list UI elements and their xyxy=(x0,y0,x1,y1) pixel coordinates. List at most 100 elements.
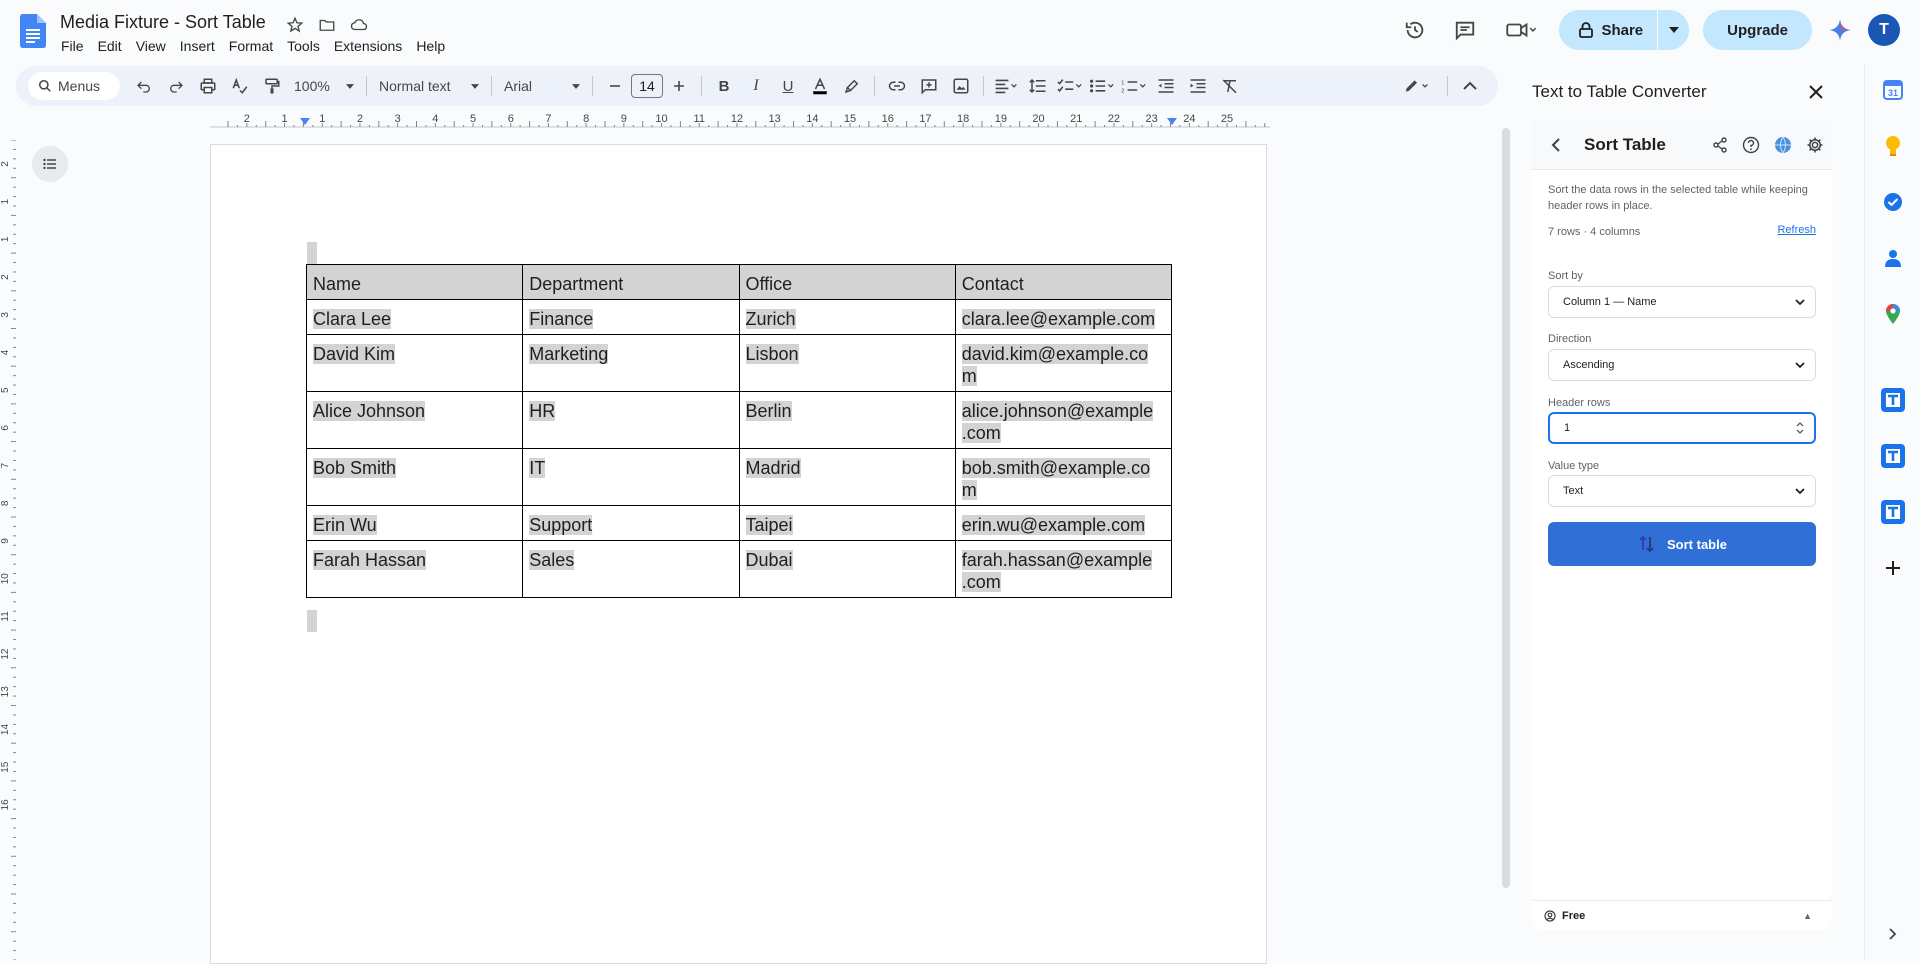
table-row[interactable]: Bob Smith IT Madrid bob.smith@example.co m xyxy=(305,448,1173,506)
redo-icon[interactable] xyxy=(162,72,190,100)
chevron-right-icon[interactable] xyxy=(1881,922,1905,946)
italic-icon[interactable]: I xyxy=(742,72,770,100)
text-to-table-addon-icon[interactable] xyxy=(1881,388,1905,412)
hide-menus-icon[interactable] xyxy=(1456,72,1484,100)
highlight-color-icon[interactable] xyxy=(838,72,866,100)
table-cell[interactable]: Dubai xyxy=(738,540,956,598)
table-cell[interactable]: Sales xyxy=(522,540,740,598)
text-color-icon[interactable] xyxy=(806,72,834,100)
underline-icon[interactable]: U xyxy=(774,72,802,100)
version-history-icon[interactable] xyxy=(1397,12,1433,48)
maps-icon[interactable] xyxy=(1881,302,1905,326)
sort-by-select[interactable]: Column 1 — Name xyxy=(1548,286,1816,318)
stepper-arrows-icon[interactable] xyxy=(1796,421,1804,435)
comments-icon[interactable] xyxy=(1447,12,1483,48)
decrease-font-size-icon[interactable] xyxy=(601,72,629,100)
table-cell[interactable]: Erin Wu xyxy=(305,505,524,541)
menu-insert[interactable]: Insert xyxy=(173,36,222,56)
table-cell[interactable]: Office xyxy=(738,264,956,300)
upgrade-button[interactable]: Upgrade xyxy=(1703,10,1812,50)
numbered-list-icon[interactable]: 12 xyxy=(1120,72,1148,100)
menu-tools[interactable]: Tools xyxy=(280,36,327,56)
table-cell[interactable]: David Kim xyxy=(305,334,524,392)
star-icon[interactable] xyxy=(284,14,306,36)
bold-icon[interactable]: B xyxy=(710,72,738,100)
insert-image-icon[interactable] xyxy=(947,72,975,100)
checklist-icon[interactable] xyxy=(1056,72,1084,100)
share-dropdown-button[interactable] xyxy=(1657,10,1690,50)
align-icon[interactable] xyxy=(992,72,1020,100)
document-scrollbar[interactable] xyxy=(1502,128,1510,888)
menu-help[interactable]: Help xyxy=(409,36,452,56)
contacts-icon[interactable] xyxy=(1881,246,1905,270)
table-row[interactable]: David Kim Marketing Lisbon david.kim@exampl… xyxy=(305,334,1173,392)
meet-icon[interactable] xyxy=(1497,12,1545,48)
zoom-select[interactable]: 100% xyxy=(288,78,360,94)
table-row[interactable]: Clara Lee Finance Zurich clara.lee@example.… xyxy=(305,299,1173,335)
paint-format-icon[interactable] xyxy=(258,72,286,100)
document-outline-button[interactable] xyxy=(32,146,68,182)
refresh-link[interactable]: Refresh xyxy=(1777,224,1816,236)
editing-mode-icon[interactable] xyxy=(1395,72,1439,100)
table-row[interactable]: Erin Wu Support Taipei erin.wu@example.com xyxy=(305,505,1173,541)
table-cell[interactable]: Name xyxy=(305,264,524,300)
share-icon[interactable] xyxy=(1712,136,1728,153)
vertical-ruler[interactable]: 2112345678910111213141516 xyxy=(0,140,16,960)
addon-icon-3[interactable] xyxy=(1881,500,1905,524)
left-indent-marker[interactable] xyxy=(300,118,310,125)
bulleted-list-icon[interactable] xyxy=(1088,72,1116,100)
document-title[interactable]: Media Fixture - Sort Table xyxy=(60,12,266,33)
spellcheck-icon[interactable] xyxy=(226,72,254,100)
table-cell[interactable]: bob.smith@example.co m xyxy=(954,448,1173,506)
insert-comment-icon[interactable] xyxy=(915,72,943,100)
move-folder-icon[interactable] xyxy=(316,14,338,36)
table-row[interactable]: Farah Hassan Sales Dubai farah.hassan@examp… xyxy=(305,540,1173,598)
table-cell[interactable]: Bob Smith xyxy=(305,448,524,506)
docs-logo-icon[interactable] xyxy=(20,14,46,48)
menu-format[interactable]: Format xyxy=(222,36,280,56)
table-cell[interactable]: Marketing xyxy=(522,334,740,392)
table-cell[interactable]: Zurich xyxy=(738,299,956,335)
table-cell[interactable]: Taipei xyxy=(738,505,956,541)
settings-gear-icon[interactable] xyxy=(1806,136,1824,154)
table-header-row[interactable]: Name Department Office Contact xyxy=(305,264,1173,300)
calendar-icon[interactable]: 31 xyxy=(1881,78,1905,102)
plan-footer[interactable]: Free ▲ xyxy=(1532,900,1832,930)
menu-file[interactable]: File xyxy=(54,36,91,56)
table-cell[interactable]: farah.hassan@example .com xyxy=(954,540,1173,598)
decrease-indent-icon[interactable] xyxy=(1152,72,1180,100)
share-button[interactable]: Share xyxy=(1559,10,1690,50)
avatar[interactable]: T xyxy=(1868,14,1900,46)
table-cell[interactable]: Finance xyxy=(522,299,740,335)
table-cell[interactable]: HR xyxy=(522,391,740,449)
menu-extensions[interactable]: Extensions xyxy=(327,36,409,56)
table-cell[interactable]: Clara Lee xyxy=(305,299,524,335)
back-button[interactable] xyxy=(1544,133,1568,157)
increase-font-size-icon[interactable] xyxy=(665,72,693,100)
document-table[interactable]: Name Department Office Contact Clara Lee Fina… xyxy=(305,264,1173,598)
table-cell[interactable]: Department xyxy=(522,264,740,300)
right-indent-marker[interactable] xyxy=(1167,118,1177,125)
increase-indent-icon[interactable] xyxy=(1184,72,1212,100)
globe-icon[interactable] xyxy=(1774,136,1792,154)
table-row[interactable]: Alice Johnson HR Berlin alice.johnson@examp… xyxy=(305,391,1173,449)
print-icon[interactable] xyxy=(194,72,222,100)
header-rows-stepper[interactable]: 1 xyxy=(1548,412,1816,444)
help-icon[interactable] xyxy=(1742,136,1760,154)
menu-edit[interactable]: Edit xyxy=(91,36,129,56)
font-select[interactable]: Arial xyxy=(498,78,586,94)
sort-table-button[interactable]: Sort table xyxy=(1548,522,1816,566)
table-cell[interactable]: clara.lee@example.com xyxy=(954,299,1173,335)
table-cell[interactable]: alice.johnson@example .com xyxy=(954,391,1173,449)
font-size-input[interactable]: 14 xyxy=(631,74,663,98)
horizontal-ruler[interactable]: 2 1 1 2 3 4 5 6 7 8 9 10 11 12 13 14 15 16 17 18 19 20 21 22 23 2… xyxy=(210,112,1270,128)
table-cell[interactable]: Berlin xyxy=(738,391,956,449)
add-addon-plus-icon[interactable] xyxy=(1881,556,1905,580)
menus-search[interactable]: Menus xyxy=(28,72,120,100)
table-cell[interactable]: Lisbon xyxy=(738,334,956,392)
line-spacing-icon[interactable] xyxy=(1024,72,1052,100)
table-cell[interactable]: IT xyxy=(522,448,740,506)
tasks-icon[interactable] xyxy=(1881,190,1905,214)
table-cell[interactable]: Alice Johnson xyxy=(305,391,524,449)
table-cell[interactable]: david.kim@example.co m xyxy=(954,334,1173,392)
